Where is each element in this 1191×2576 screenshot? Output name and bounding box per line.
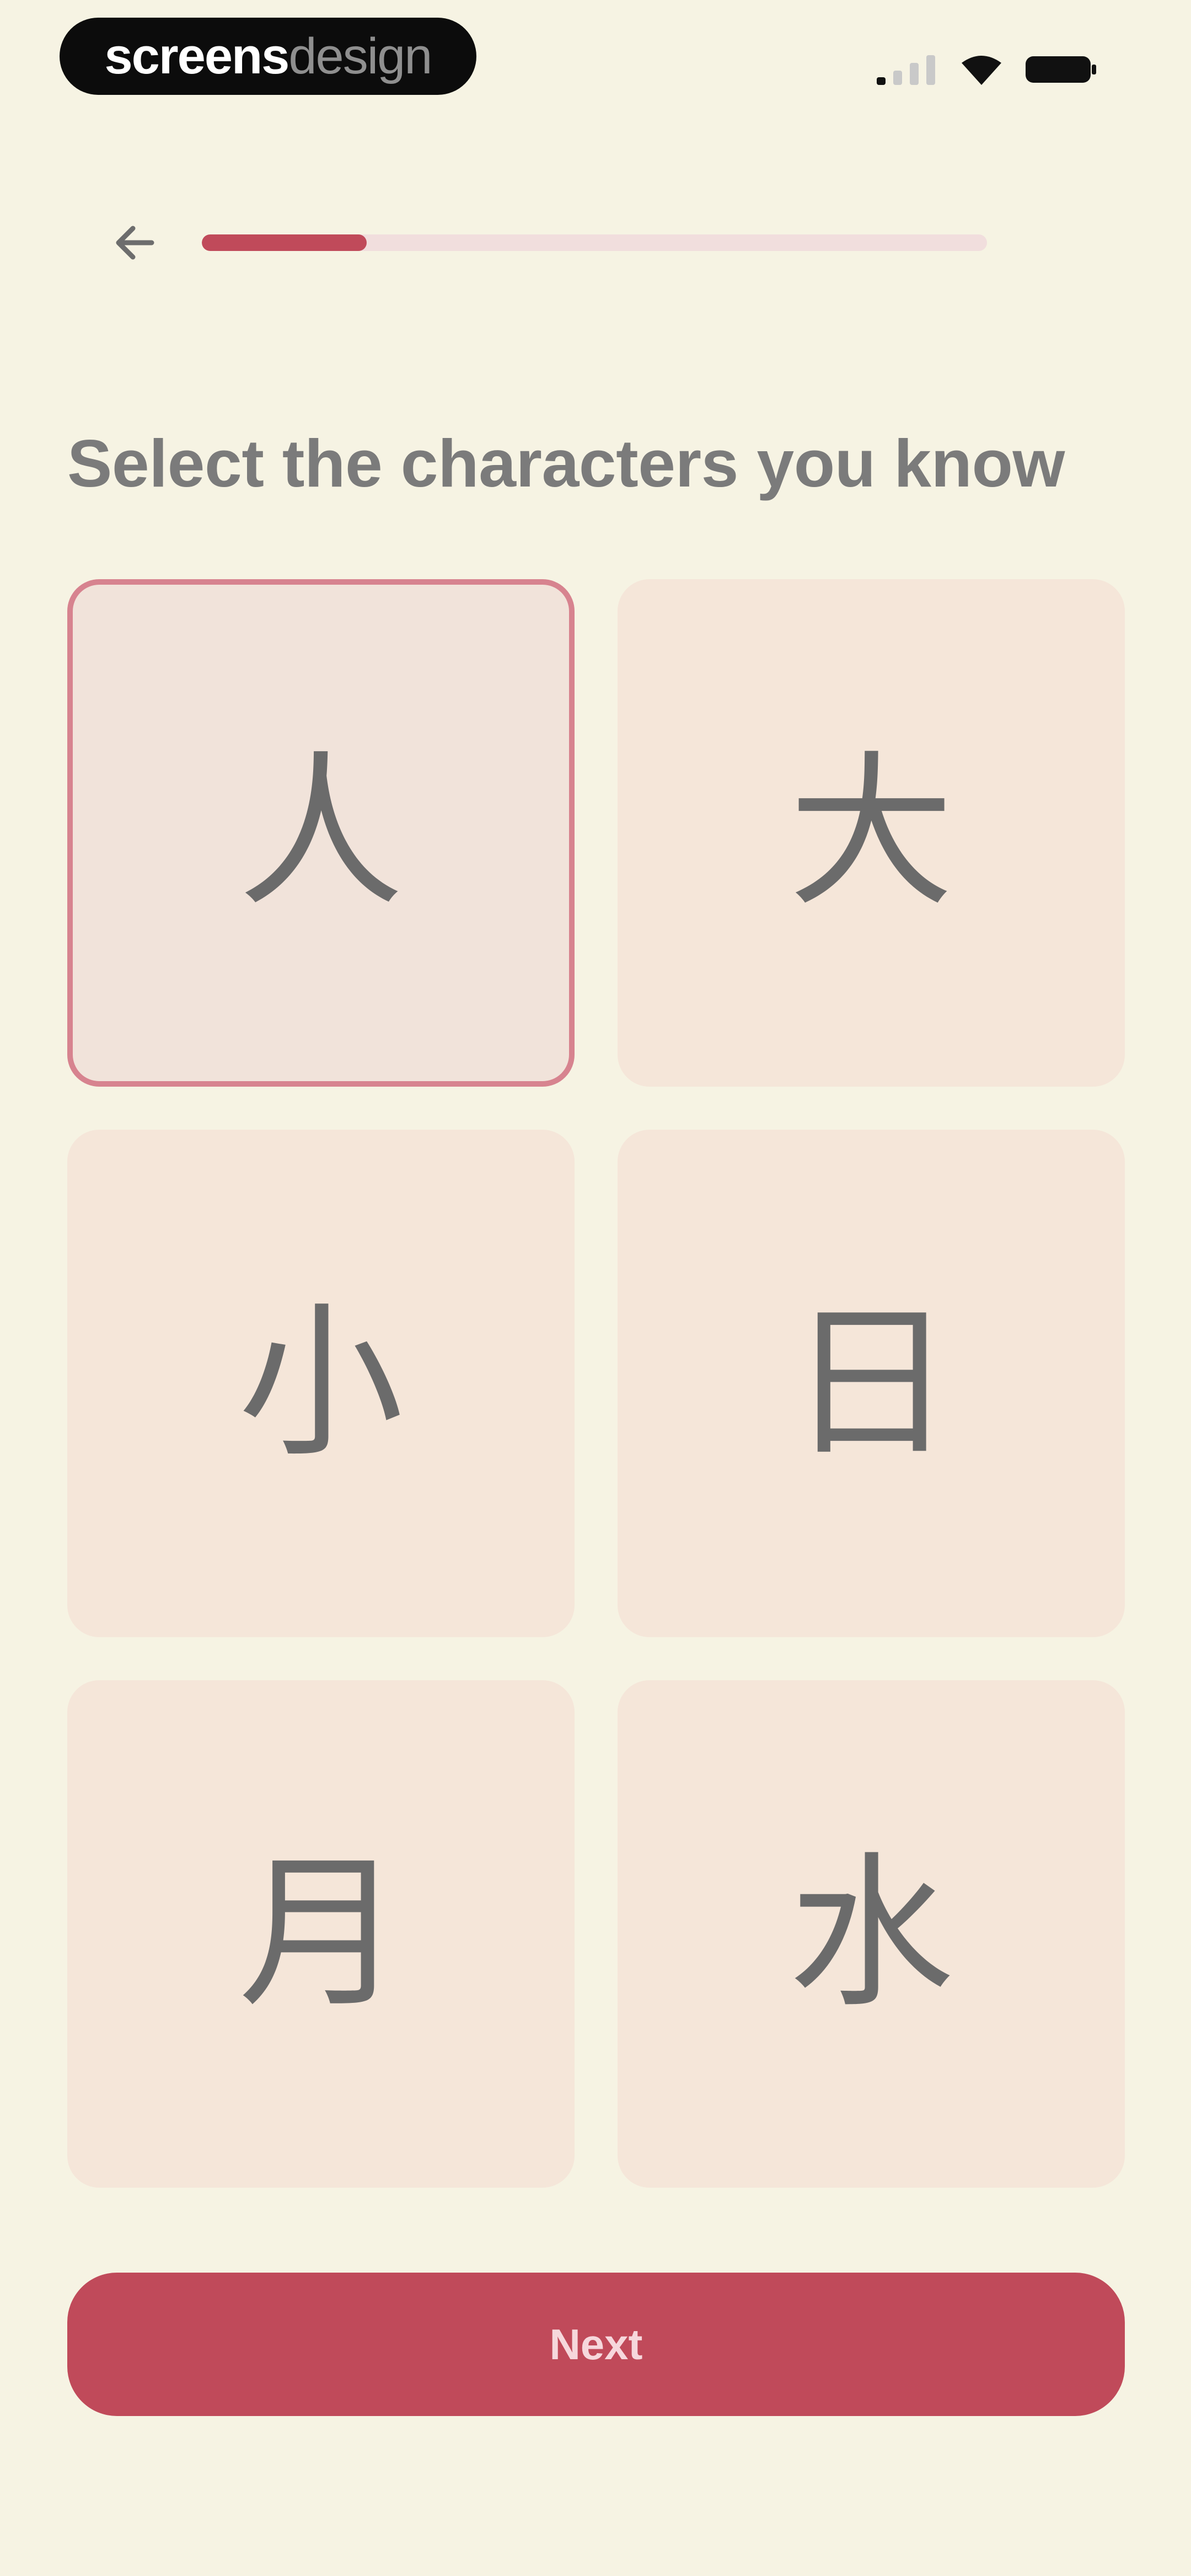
battery-icon <box>1026 56 1096 83</box>
character-grid: 人 大 小 日 月 水 <box>67 579 1125 2188</box>
progress-bar <box>202 234 987 251</box>
brand-logo: screensdesign <box>60 18 476 95</box>
brand-logo-light: design <box>288 28 432 84</box>
character-glyph: 小 <box>238 1287 404 1479</box>
next-button[interactable]: Next <box>67 2273 1125 2416</box>
character-card[interactable]: 小 <box>67 1130 575 1637</box>
character-card[interactable]: 水 <box>618 1680 1125 2188</box>
back-button[interactable] <box>94 210 176 276</box>
status-bar: screensdesign <box>0 0 1191 116</box>
character-card-selected[interactable]: 人 <box>67 579 575 1087</box>
character-card[interactable]: 大 <box>618 579 1125 1087</box>
character-glyph: 大 <box>788 736 954 929</box>
question-title: Select the characters you know <box>67 426 1065 501</box>
arrow-left-icon <box>116 226 154 260</box>
character-glyph: 水 <box>788 1837 954 2030</box>
status-icons <box>877 49 1108 87</box>
app-screen: screensdesign Select the characters you … <box>0 0 1191 2576</box>
signal-icon <box>877 55 935 85</box>
character-card[interactable]: 日 <box>618 1130 1125 1637</box>
brand-logo-bold: screens <box>104 28 290 84</box>
top-navigation <box>0 199 1191 287</box>
character-glyph: 人 <box>238 736 404 929</box>
character-glyph: 日 <box>788 1287 954 1479</box>
character-card[interactable]: 月 <box>67 1680 575 2188</box>
wifi-icon <box>962 56 1001 85</box>
progress-bar-fill <box>202 234 367 251</box>
character-glyph: 月 <box>238 1837 404 2030</box>
